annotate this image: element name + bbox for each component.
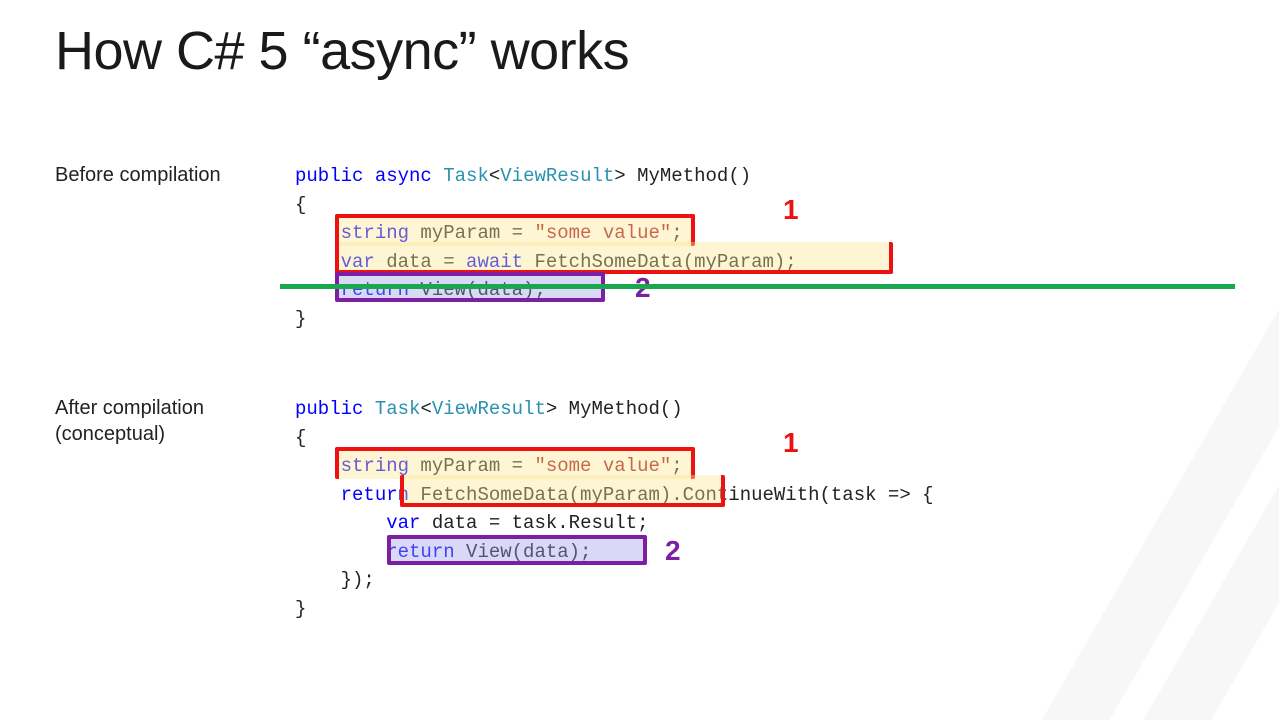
after-section: After compilation (conceptual) public Ta… bbox=[55, 395, 1224, 623]
after-code-col: public Task<ViewResult> MyMethod() { str… bbox=[295, 395, 934, 623]
before-code-col: public async Task<ViewResult> MyMethod()… bbox=[295, 162, 797, 333]
before-section: Before compilation public async Task<Vie… bbox=[55, 162, 1224, 333]
before-code: public async Task<ViewResult> MyMethod()… bbox=[295, 162, 797, 333]
after-label: After compilation (conceptual) bbox=[55, 395, 295, 447]
slide-content: How C# 5 “async” works Before compilatio… bbox=[0, 0, 1279, 623]
slide-title: How C# 5 “async” works bbox=[55, 20, 1224, 82]
after-code: public Task<ViewResult> MyMethod() { str… bbox=[295, 395, 934, 623]
before-label: Before compilation bbox=[55, 162, 295, 188]
